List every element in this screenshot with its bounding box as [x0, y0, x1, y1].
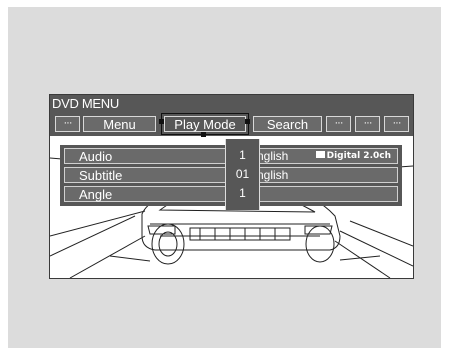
more-button-3[interactable]: ··· — [384, 116, 409, 132]
menu-title: DVD MENU — [50, 95, 413, 112]
dvd-screen: DVD MENU ··· Menu Play Mode Search ··· ·… — [49, 94, 414, 279]
dolby-digital-badge: Digital 2.0ch — [315, 149, 391, 164]
selection-corner-icon — [159, 119, 164, 124]
selection-corner-icon — [245, 119, 250, 124]
audio-number[interactable]: 1 — [226, 148, 259, 163]
play-mode-panel: Audio English Digital 2.0ch Subtitle Eng… — [60, 139, 402, 210]
more-button-1[interactable]: ··· — [326, 116, 351, 132]
more-button-left[interactable]: ··· — [55, 116, 80, 132]
menu-bar: ··· Menu Play Mode Search ··· ··· ··· — [50, 112, 413, 137]
subtitle-label: Subtitle — [79, 168, 123, 183]
angle-number[interactable]: 1 — [226, 186, 259, 201]
audio-format: Digital 2.0ch — [326, 151, 391, 161]
subtitle-number[interactable]: 01 — [226, 167, 259, 182]
dolby-double-d-icon — [315, 151, 325, 158]
audio-label: Audio — [79, 149, 113, 164]
number-column: 1 01 1 — [225, 139, 260, 210]
angle-label: Angle — [79, 187, 113, 202]
search-button[interactable]: Search — [253, 116, 322, 132]
menu-button[interactable]: Menu — [83, 116, 156, 132]
selection-corner-icon — [201, 132, 206, 137]
more-button-2[interactable]: ··· — [355, 116, 380, 132]
